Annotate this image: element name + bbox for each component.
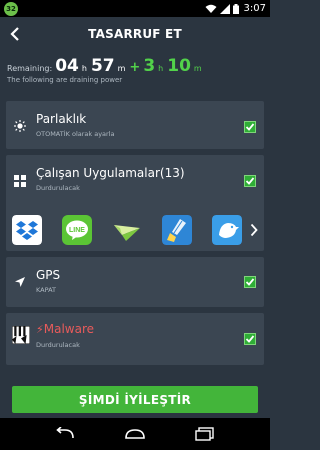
remaining-label: Remaining:	[7, 64, 53, 73]
brightness-icon	[14, 120, 26, 132]
running-apps-card[interactable]: Çalışan Uygulamalar(13) Durdurulacak LIN…	[6, 155, 264, 251]
apps-grid-icon	[14, 175, 26, 187]
brightness-checkbox[interactable]	[244, 121, 256, 133]
svg-text:LINE: LINE	[69, 227, 85, 234]
remaining-hours: 04	[55, 56, 79, 76]
gain-minutes: 10	[167, 56, 191, 76]
battery-badge: 32	[4, 1, 18, 16]
fix-now-button[interactable]: ŞİMDİ İYİLEŞTİR	[12, 386, 258, 413]
draining-text: The following are draining power	[7, 76, 123, 84]
malware-title: ⚡Malware	[36, 322, 94, 336]
remaining-time: Remaining: 04 h 57 m + 3 h 10 m	[7, 56, 267, 76]
nav-recents-button[interactable]	[193, 425, 217, 443]
malware-title-text: Malware	[43, 322, 94, 336]
home-icon	[125, 429, 145, 439]
wifi-icon	[205, 4, 217, 13]
system-nav-bar	[0, 418, 270, 450]
cleaner-icon[interactable]	[162, 215, 192, 245]
remaining-minutes-unit: m	[117, 64, 126, 73]
battery-icon	[232, 3, 239, 14]
lightning-icon: ⚡	[36, 323, 44, 336]
signal-icon	[219, 3, 230, 14]
location-arrow-icon	[15, 277, 25, 287]
gps-card[interactable]: GPS KAPAT	[6, 257, 264, 307]
status-bar: 32 3:07	[0, 0, 270, 17]
gps-subtitle: KAPAT	[36, 286, 57, 294]
gain-minutes-unit: m	[193, 64, 202, 73]
checkmark-icon	[245, 123, 255, 131]
line-icon[interactable]: LINE	[62, 215, 92, 245]
malware-card[interactable]: ⚡Malware Durdurulacak	[6, 313, 264, 365]
gain-hours-unit: h	[158, 64, 164, 73]
recents-icon	[195, 427, 214, 441]
status-icons: 3:07	[205, 3, 266, 14]
bird-icon[interactable]	[212, 215, 242, 245]
running-apps-checkbox[interactable]	[244, 175, 256, 187]
running-apps-subtitle: Durdurulacak	[36, 184, 80, 192]
back-arrow-icon	[56, 427, 74, 439]
paper-plane-icon[interactable]	[112, 215, 142, 245]
checkmark-icon	[245, 335, 255, 343]
gps-title: GPS	[36, 268, 61, 282]
dropbox-icon[interactable]	[12, 215, 42, 245]
checkmark-icon	[245, 278, 255, 286]
status-time: 3:07	[243, 3, 266, 14]
app-header: TASARRUF ET	[0, 17, 270, 51]
chevron-right-icon[interactable]	[250, 223, 258, 237]
checkmark-icon	[245, 177, 255, 185]
nav-home-button[interactable]	[123, 425, 147, 443]
piano-icon	[12, 326, 30, 344]
brightness-card[interactable]: Parlaklık OTOMATİK olarak ayarla	[6, 101, 264, 149]
brightness-title: Parlaklık	[36, 112, 87, 126]
malware-checkbox[interactable]	[244, 333, 256, 345]
gain-plus: +	[129, 60, 141, 75]
remaining-minutes: 57	[90, 56, 115, 76]
remaining-hours-unit: h	[81, 64, 87, 73]
page-title: TASARRUF ET	[88, 27, 182, 41]
running-apps-list: LINE	[6, 205, 264, 255]
running-apps-title: Çalışan Uygulamalar(13)	[36, 166, 185, 180]
nav-back-button[interactable]	[53, 425, 77, 443]
malware-subtitle: Durdurulacak	[36, 341, 80, 349]
gain-hours: 3	[143, 56, 156, 76]
gps-checkbox[interactable]	[244, 276, 256, 288]
brightness-subtitle: OTOMATİK olarak ayarla	[36, 130, 115, 138]
